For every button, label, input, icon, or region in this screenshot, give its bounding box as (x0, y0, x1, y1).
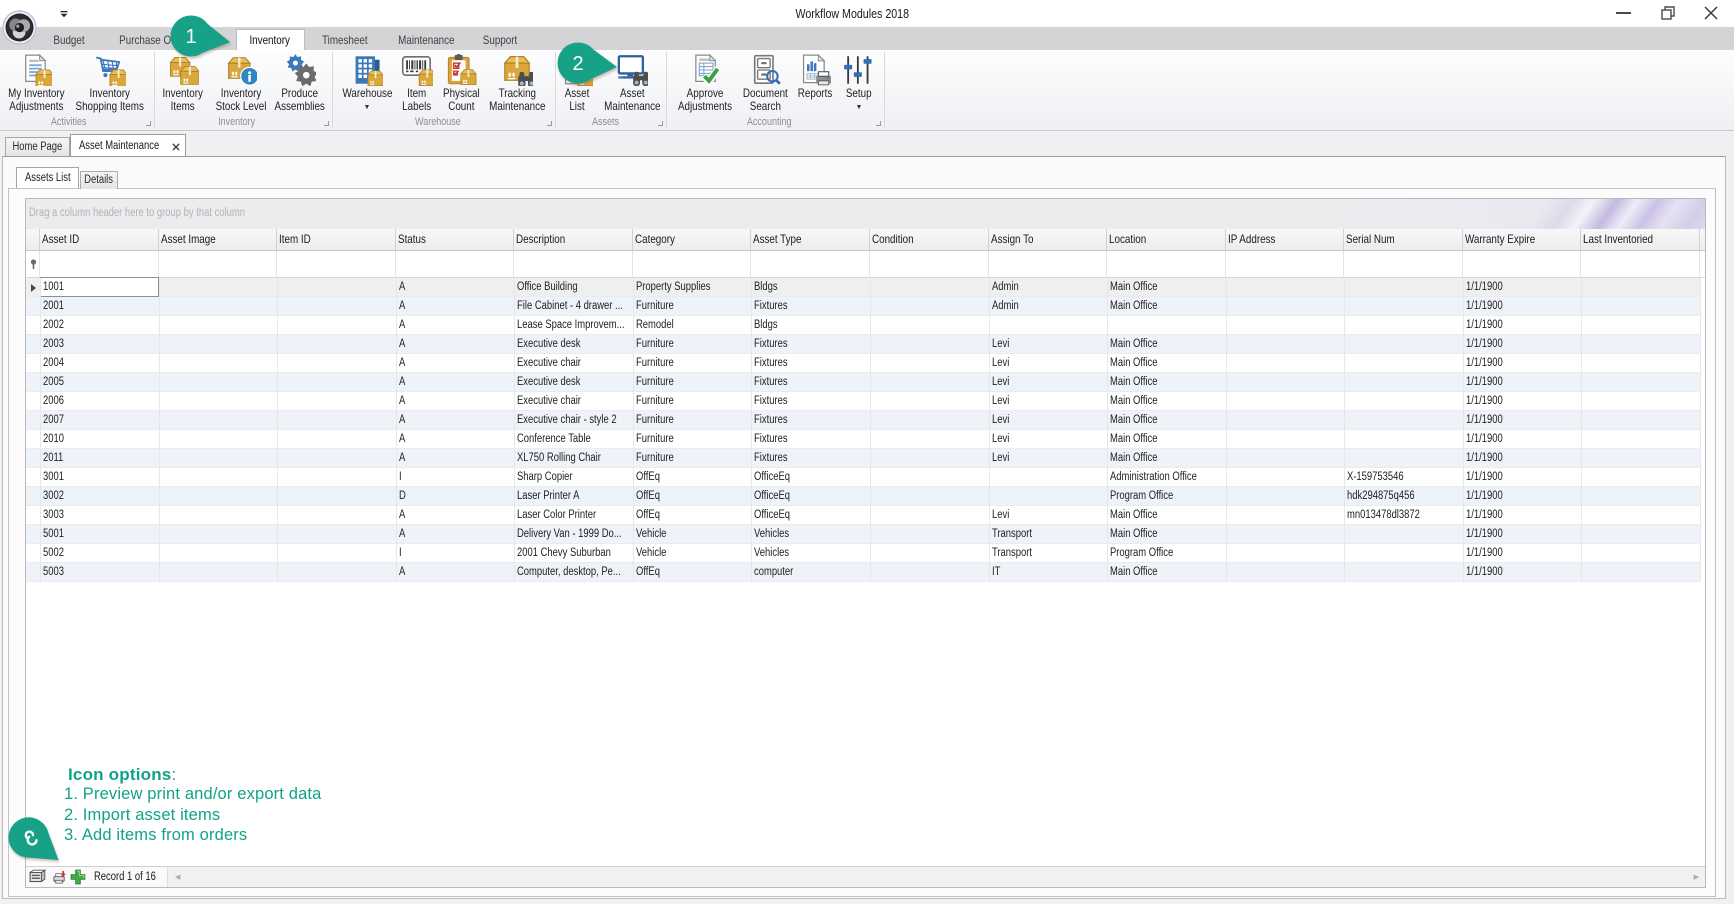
svg-text:1: 1 (185, 26, 196, 48)
svg-text:2: 2 (572, 53, 583, 75)
